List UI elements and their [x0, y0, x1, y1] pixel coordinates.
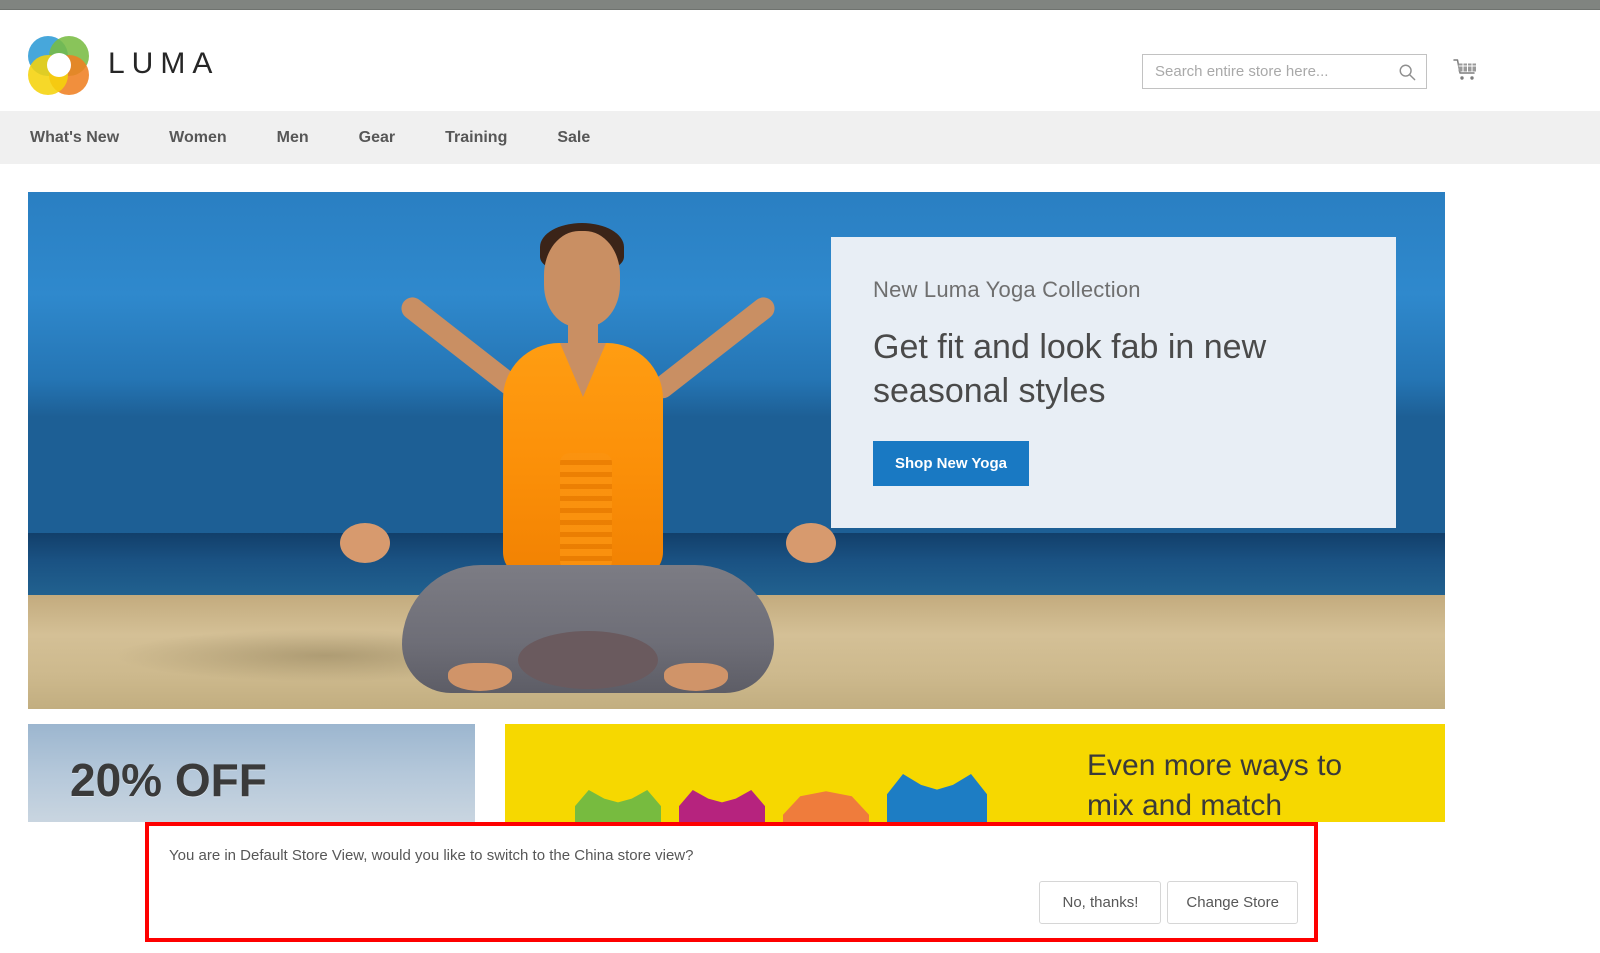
nav-item-sale[interactable]: Sale	[557, 129, 590, 147]
hero-eyebrow: New Luma Yoga Collection	[873, 277, 1396, 303]
discount-tile-headline: 20% OFF	[70, 753, 267, 807]
change-store-button[interactable]: Change Store	[1167, 881, 1298, 924]
mix-and-match-headline: Even more ways to mix and match	[1087, 746, 1387, 826]
hero-yoga-model-image	[328, 223, 848, 693]
shop-new-yoga-button[interactable]: Shop New Yoga	[873, 441, 1029, 486]
nav-item-training[interactable]: Training	[445, 129, 507, 147]
nav-item-women[interactable]: Women	[169, 129, 226, 147]
nav-item-whats-new[interactable]: What's New	[30, 129, 119, 147]
hero-copy-card: New Luma Yoga Collection Get fit and loo…	[831, 237, 1396, 528]
mix-and-match-tile[interactable]: Even more ways to mix and match	[505, 724, 1445, 836]
hero-title: Get fit and look fab in new seasonal sty…	[873, 325, 1333, 413]
logo-wordmark: LUMA	[108, 49, 219, 79]
site-header: LUMA	[0, 11, 1600, 105]
luma-circles-logo-icon	[28, 33, 90, 95]
cart-button[interactable]	[1445, 51, 1485, 91]
hero-banner[interactable]: New Luma Yoga Collection Get fit and loo…	[28, 192, 1445, 709]
store-switch-actions: No, thanks! Change Store	[1039, 881, 1298, 924]
promo-tiles: 20% OFF Even more ways to mix and match	[28, 724, 1445, 836]
search-icon[interactable]	[1388, 55, 1426, 88]
store-switch-notice: You are in Default Store View, would you…	[145, 822, 1318, 942]
search-box[interactable]	[1142, 54, 1427, 89]
store-switch-message: You are in Default Store View, would you…	[169, 846, 693, 866]
site-logo[interactable]: LUMA	[28, 33, 219, 95]
discount-tile[interactable]: 20% OFF	[28, 724, 475, 836]
store-switch-overlay: You are in Default Store View, would you…	[0, 822, 1600, 953]
nav-item-men[interactable]: Men	[277, 129, 309, 147]
main-navigation: What's New Women Men Gear Training Sale	[0, 111, 1600, 164]
no-thanks-button[interactable]: No, thanks!	[1039, 881, 1161, 924]
browser-top-bar	[0, 0, 1600, 10]
search-input[interactable]	[1143, 55, 1388, 88]
nav-item-gear[interactable]: Gear	[359, 129, 395, 147]
